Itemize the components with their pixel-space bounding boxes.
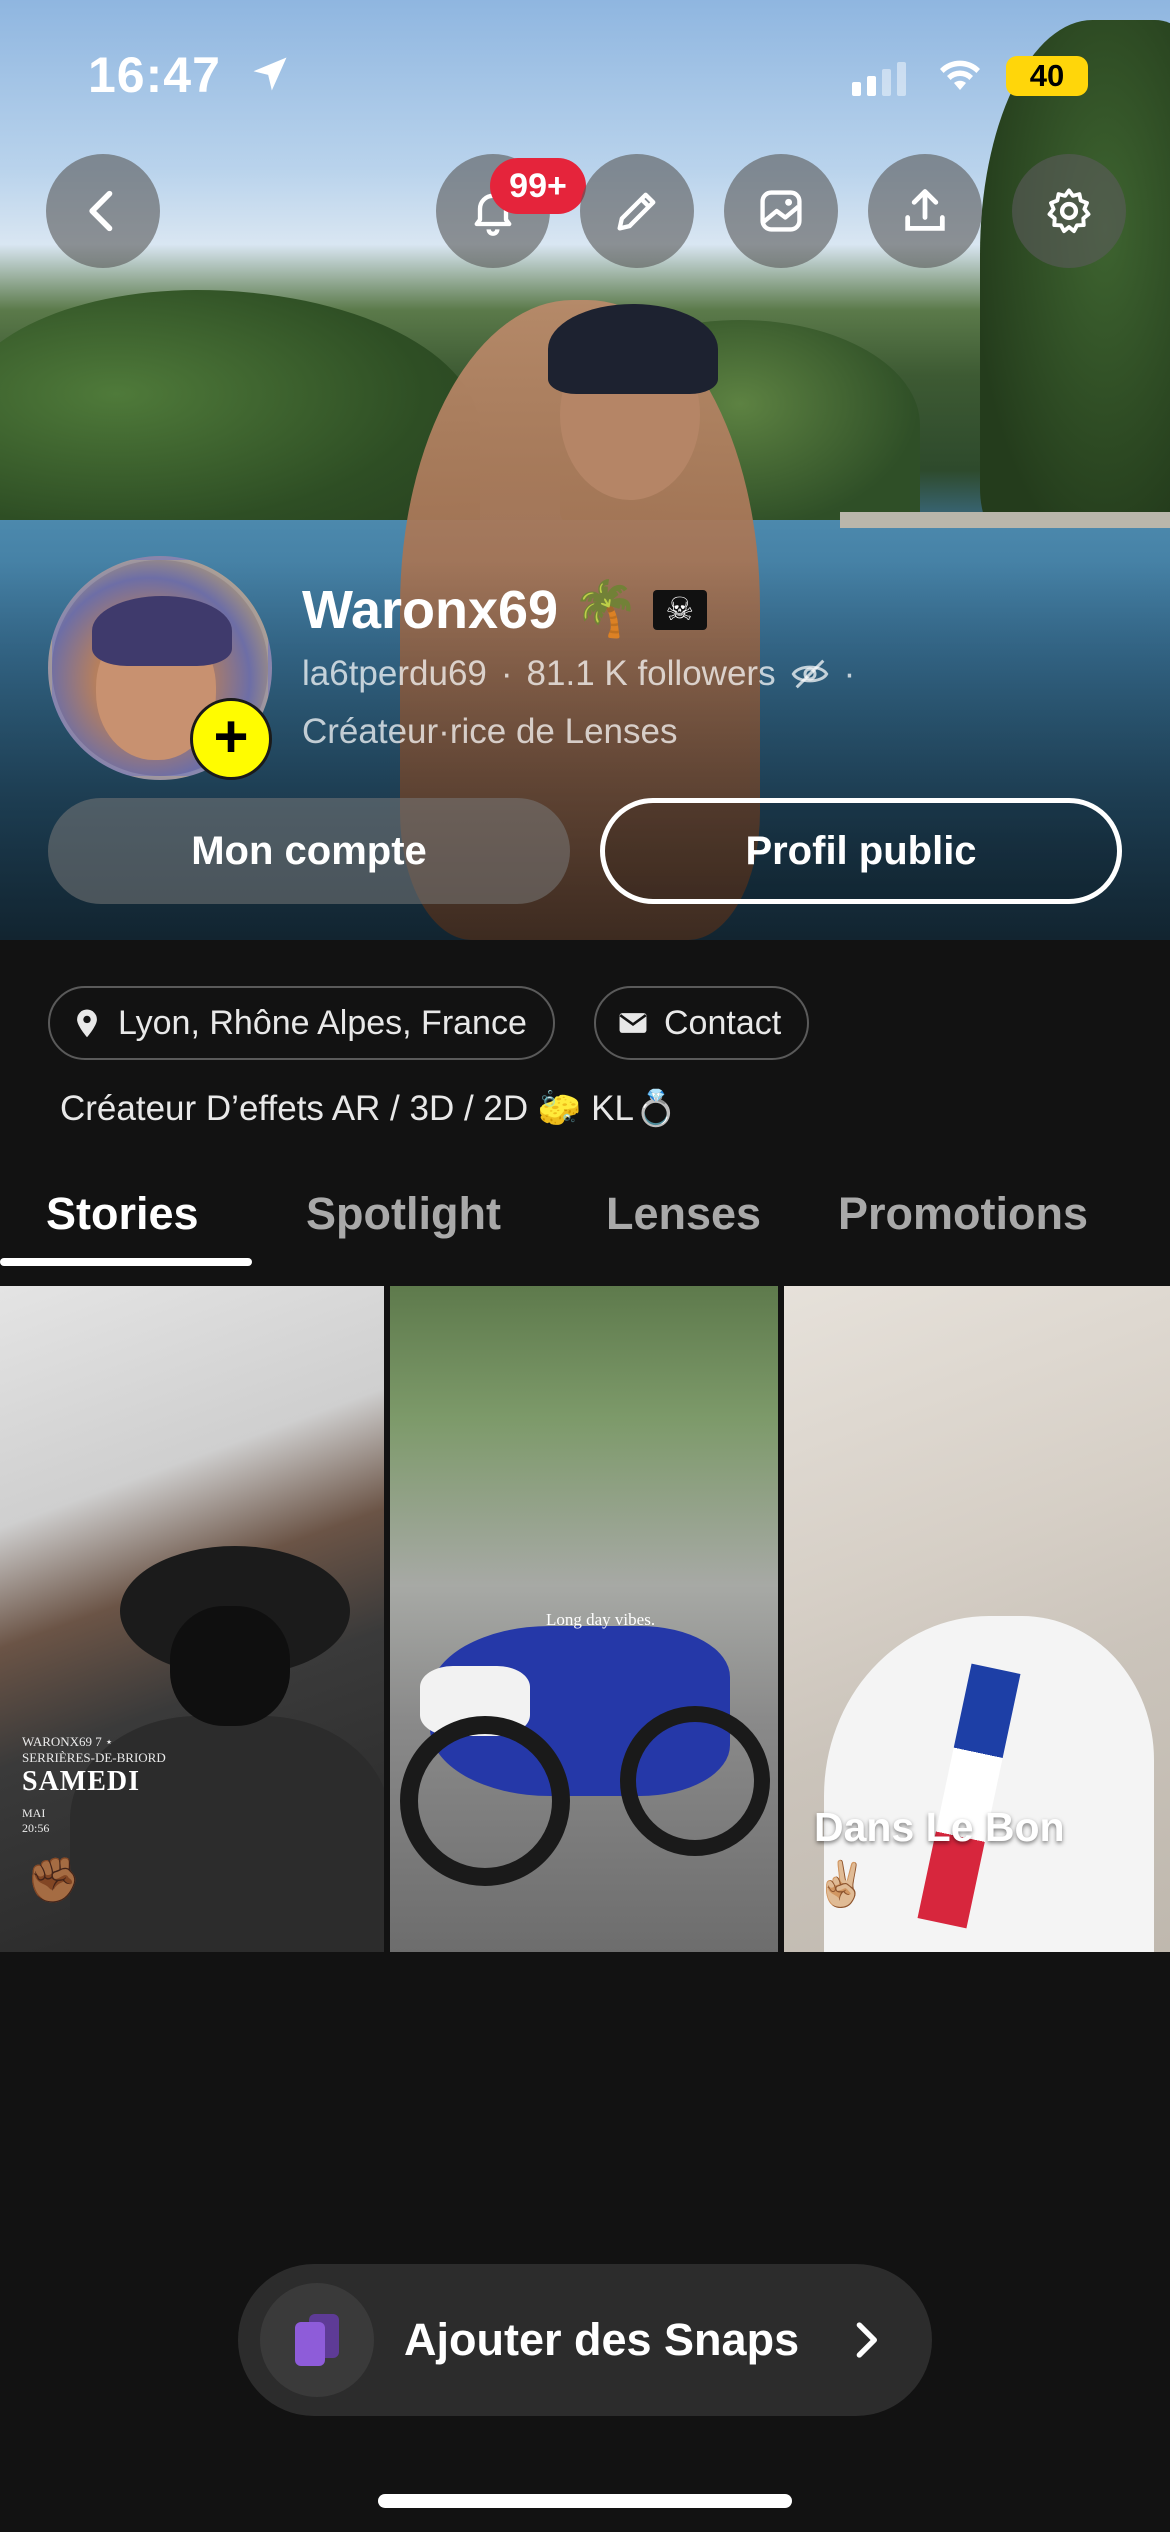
profile-meta: la6tperdu69 · 81.1 K followers · [302,654,855,694]
mail-icon [619,1013,647,1033]
wifi-icon [940,60,980,90]
contact-label: Contact [664,1003,782,1042]
profile-role: Créateur·rice de Lenses [302,712,678,751]
story-3-emoji: ✌🏼 [814,1860,869,1909]
story-1-emoji: ✊🏾 [26,1855,81,1906]
story-1-mask [170,1606,290,1726]
location-label: Lyon, Rhône Alpes, France [118,1003,527,1042]
gallery-icon [760,190,802,232]
story-3-caption: Dans Le Bon [814,1804,1065,1850]
share-button[interactable] [868,154,982,268]
story-1-caption-day: SAMEDI [22,1766,141,1797]
location-pin-icon [77,1009,97,1038]
story-tile-3[interactable]: Dans Le Bon ✌🏼 [784,1286,1170,1952]
story-2-rear-wheel [620,1706,770,1856]
back-button[interactable] [46,154,160,268]
edit-profile-button[interactable] [580,154,694,268]
plus-icon: + [213,703,249,770]
add-snaps-icon-wrap [260,2283,374,2397]
status-time: 16:47 [88,47,221,103]
display-name: Waronx69 [302,579,559,640]
notifications-badge: 99+ [490,158,586,214]
battery-icon: 40 [1006,56,1088,96]
add-snaps-button[interactable]: Ajouter des Snaps [238,2264,932,2416]
meta-separator-end: · [843,654,856,693]
chevron-right-icon [856,2322,877,2358]
tab-stories[interactable]: Stories [46,1188,199,1240]
snaps-stack-icon [295,2314,339,2366]
cover-person-cap [548,304,718,394]
location-chip[interactable]: Lyon, Rhône Alpes, France [48,986,555,1060]
add-to-story-button[interactable]: + [190,698,272,780]
contact-chip[interactable]: Contact [594,986,810,1060]
story-1-caption-date: MAI 20:56 [22,1806,50,1835]
cover-trees-right [980,20,1170,540]
profile-name: Waronx69 🌴 [302,578,708,641]
cover-pool-edge [840,512,1170,528]
story-tile-1[interactable]: WARONX69 7 ⋆ SERRIÈRES-DE-BRIORD SAMEDI … [0,1286,384,1952]
my-account-button[interactable]: Mon compte [48,798,570,904]
cellular-signal-icon [852,62,906,96]
settings-button[interactable] [1012,154,1126,268]
avatar-hair [92,596,232,666]
gear-icon [1047,188,1091,234]
story-tile-2[interactable]: Long day vibes. [390,1286,778,1952]
add-snaps-label: Ajouter des Snaps [404,2314,800,2365]
meta-separator: · [500,654,513,693]
story-2-caption: Long day vibes. [546,1610,656,1629]
tab-lenses[interactable]: Lenses [606,1188,761,1240]
gallery-button[interactable] [724,154,838,268]
home-indicator[interactable] [378,2494,792,2508]
story-1-caption-small: WARONX69 7 ⋆ SERRIÈRES-DE-BRIORD [22,1734,166,1765]
tab-spotlight[interactable]: Spotlight [306,1188,501,1240]
hidden-eye-icon [791,659,828,689]
public-profile-button[interactable]: Profil public [600,798,1122,904]
active-tab-indicator [0,1258,252,1266]
tab-promotions[interactable]: Promotions [838,1188,1088,1240]
location-arrow-icon [253,57,287,91]
pencil-icon [617,192,656,231]
pirate-flag-icon [653,589,708,630]
back-icon [89,190,113,232]
story-2-front-wheel [400,1716,570,1886]
name-emoji: 🌴 [572,579,640,639]
share-icon [905,189,945,231]
profile-bio: Créateur D’effets AR / 3D / 2D 🧽 KL💍 [60,1089,678,1128]
username: la6tperdu69 [302,654,487,693]
followers-count[interactable]: 81.1 K followers [527,654,776,694]
